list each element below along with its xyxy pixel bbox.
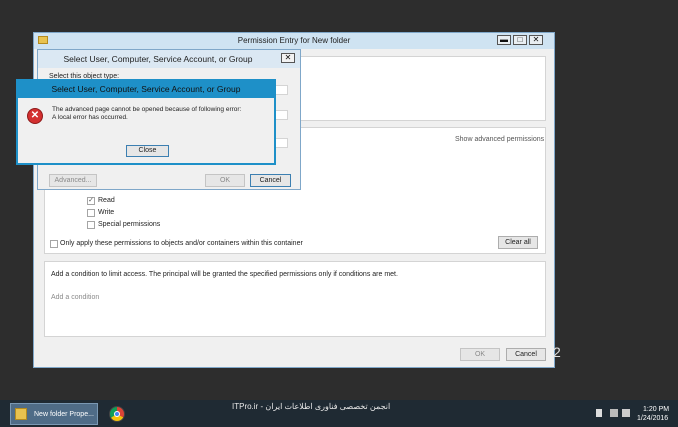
dialog-titlebar: Select User, Computer, Service Account, … [38,50,300,68]
write-label: Write [98,209,115,216]
select-cancel-button[interactable]: Cancel [250,174,291,187]
read-checkbox[interactable]: ✓ [87,197,95,205]
taskbar-app-label: New folder Prope... [34,411,94,418]
error-message-line1: The advanced page cannot be opened becau… [52,106,242,113]
error-icon: ✕ [27,108,43,124]
stray-digit: 2 [553,344,561,360]
clear-all-button[interactable]: Clear all [498,236,538,249]
error-close-button[interactable]: Close [126,145,169,157]
dialog-title: Select User, Computer, Service Account, … [63,54,253,64]
flag-icon [596,409,602,417]
maximize-button[interactable]: □ [513,35,527,45]
clock-time[interactable]: 1:20 PM [643,406,669,413]
cancel-button[interactable]: Cancel [506,348,546,361]
show-advanced-permissions-link[interactable]: Show advanced permissions [455,136,544,143]
error-message-line2: A local error has occurred. [52,114,128,121]
apply-only-label: Only apply these permissions to objects … [60,240,303,247]
advanced-button[interactable]: Advanced... [49,174,97,187]
condition-text: Add a condition to limit access. The pri… [51,271,398,278]
error-dialog-title: Select User, Computer, Service Account, … [51,84,241,94]
write-checkbox[interactable] [87,209,95,217]
volume-icon[interactable] [622,409,630,417]
error-dialog-titlebar: Select User, Computer, Service Account, … [18,81,274,98]
read-label: Read [98,197,115,204]
add-condition-link[interactable]: Add a condition [51,294,99,301]
folder-icon [15,408,27,420]
close-icon[interactable]: ✕ [281,53,295,63]
chrome-icon[interactable] [109,406,125,422]
taskbar-watermark: ITPro.ir - انجمن تخصصی فناوری اطلاعات ای… [232,402,391,411]
special-permissions-label: Special permissions [98,221,161,228]
close-button[interactable]: ✕ [529,35,543,45]
select-ok-button[interactable]: OK [205,174,245,187]
minimize-button[interactable]: ▬ [497,35,511,45]
clock-date[interactable]: 1/24/2016 [637,415,668,422]
error-dialog-body: ✕ The advanced page cannot be opened bec… [18,98,274,163]
taskbar-app-button[interactable]: New folder Prope... [10,403,98,425]
error-dialog: Select User, Computer, Service Account, … [16,79,276,165]
window-titlebar: Permission Entry for New folder ▬ □ ✕ [34,33,554,49]
ok-button[interactable]: OK [460,348,500,361]
window-title: Permission Entry for New folder [237,36,351,45]
condition-panel: Add a condition to limit access. The pri… [44,261,546,337]
apply-only-checkbox[interactable] [50,240,58,248]
taskbar: New folder Prope... ITPro.ir - انجمن تخص… [0,400,678,427]
network-icon [610,409,618,417]
special-permissions-checkbox[interactable] [87,221,95,229]
